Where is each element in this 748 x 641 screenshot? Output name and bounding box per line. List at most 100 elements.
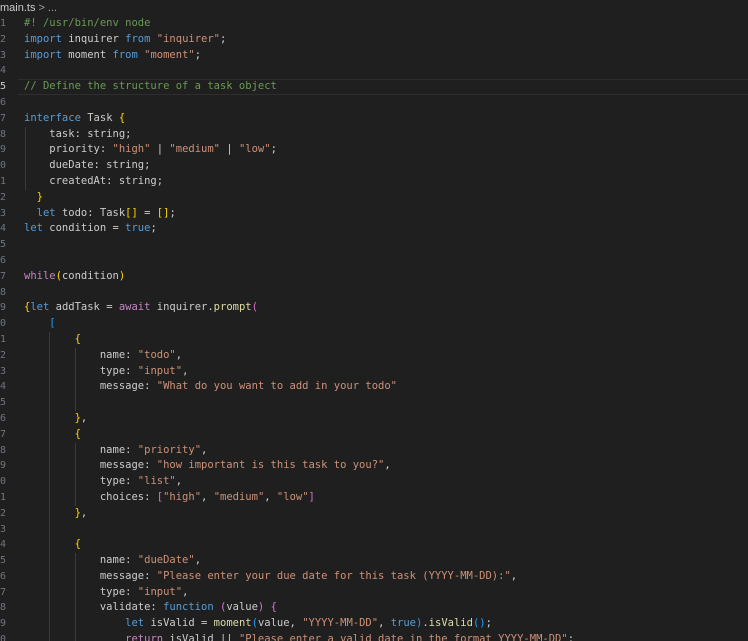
code-line[interactable]: 3 import moment from "moment"; [0, 48, 748, 64]
code-token: addTask = [49, 301, 119, 314]
code-line[interactable]: 6 [0, 253, 748, 269]
code-text[interactable]: // Define the structure of a task object [24, 79, 277, 95]
code-line[interactable]: 1 #! /usr/bin/env node [0, 16, 748, 32]
code-text[interactable]: priority: "high" | "medium" | "low"; [24, 142, 277, 158]
code-line[interactable]: 7 interface Task { [0, 111, 748, 127]
code-line[interactable]: 9 {let addTask = await inquirer.prompt( [0, 300, 748, 316]
code-text[interactable]: import moment from "moment"; [24, 48, 201, 64]
code-line[interactable]: 7 while(condition) [0, 269, 748, 285]
code-token: [] [156, 206, 170, 219]
code-line[interactable]: 3 let todo: Task[] = []; [0, 206, 748, 222]
code-token: let [36, 206, 56, 219]
code-line[interactable]: 8 validate: function (value) { [0, 600, 748, 617]
code-line[interactable]: 4 [0, 63, 748, 79]
code-line[interactable]: 3 [0, 521, 748, 538]
code-text[interactable]: type: "input", [24, 364, 189, 380]
code-token: condition [61, 269, 119, 282]
code-text[interactable]: choices: ["high", "medium", "low"] [24, 490, 315, 506]
code-text[interactable]: message: "What do you want to add in you… [24, 379, 397, 395]
code-text[interactable]: createdAt: string; [24, 174, 163, 190]
code-text[interactable]: message: "how important is this task to … [24, 458, 391, 474]
code-text[interactable]: while(condition) [24, 269, 125, 285]
code-text[interactable]: name: "priority", [24, 443, 208, 459]
code-line[interactable]: 5 [0, 395, 748, 411]
code-text[interactable]: #! /usr/bin/env node [24, 16, 150, 32]
code-text[interactable]: name: "dueDate", [24, 553, 201, 569]
code-line[interactable]: 4 let condition = true; [0, 221, 748, 237]
code-line[interactable]: 5 name: "dueDate", [0, 553, 748, 569]
code-line[interactable]: 8 [0, 285, 748, 301]
code-token: createdAt: string; [24, 174, 164, 187]
code-text[interactable]: { [24, 332, 81, 348]
code-token: , [510, 569, 518, 582]
code-token: name: [24, 443, 138, 456]
line-number: 6 [0, 412, 7, 424]
code-text[interactable]: let todo: Task[] = []; [24, 206, 176, 222]
code-line[interactable]: 4 { [0, 537, 748, 554]
line-number: 3 [0, 49, 7, 61]
code-line[interactable]: 9 message: "how important is this task t… [0, 458, 748, 475]
code-token: , [264, 490, 277, 503]
code-line[interactable]: 7 type: "input", [0, 584, 748, 601]
code-text[interactable]: let condition = true; [24, 221, 157, 237]
code-line[interactable]: 5 [0, 237, 748, 253]
code-line[interactable]: 0 [ [0, 316, 748, 332]
code-line[interactable]: 4 message: "What do you want to add in y… [0, 379, 748, 396]
breadcrumb-symbol-menu[interactable]: ... [48, 2, 57, 14]
code-line[interactable]: 9 priority: "high" | "medium" | "low"; [0, 142, 748, 159]
code-token: "input" [137, 364, 183, 377]
breadcrumb-separator: > [38, 2, 45, 14]
code-line[interactable]: 8 task: string; [0, 126, 748, 143]
breadcrumb-file[interactable]: main.ts [0, 2, 35, 14]
code-text[interactable]: type: "list", [24, 474, 182, 490]
code-line[interactable]: 2 import inquirer from "inquirer"; [0, 32, 748, 48]
code-text[interactable]: }, [24, 411, 88, 427]
code-line[interactable]: 2 }, [0, 505, 748, 522]
code-text[interactable]: { [24, 427, 81, 443]
code-line[interactable]: 2 } [0, 190, 748, 206]
code-text[interactable]: }, [24, 506, 88, 522]
code-token: "todo" [137, 348, 176, 361]
code-token: "high" [163, 490, 202, 503]
code-text[interactable]: interface Task { [24, 111, 125, 127]
code-line[interactable]: 8 name: "priority", [0, 442, 748, 459]
code-line[interactable]: 1 createdAt: string; [0, 173, 748, 190]
code-text[interactable]: [ [24, 316, 55, 332]
code-text[interactable]: import inquirer from "inquirer"; [24, 32, 226, 48]
code-text[interactable]: dueDate: string; [24, 158, 150, 174]
code-text[interactable]: { [24, 537, 81, 553]
code-line[interactable]: 6 message: "Please enter your due date f… [0, 568, 748, 585]
code-line[interactable]: 0 return isValid || "Please enter a vali… [0, 632, 748, 641]
code-line[interactable]: 2 name: "todo", [0, 347, 748, 364]
code-area[interactable]: 1 #! /usr/bin/env node 2 import inquirer fr… [0, 16, 748, 641]
code-text[interactable]: {let addTask = await inquirer.prompt( [24, 300, 258, 316]
code-text[interactable]: let isValid = moment(value, "YYYY-MM-DD"… [24, 616, 492, 632]
code-line[interactable]: 1 choices: ["high", "medium", "low"] [0, 489, 748, 506]
code-line[interactable]: 7 { [0, 426, 748, 443]
code-text[interactable]: type: "input", [24, 585, 189, 601]
code-text[interactable]: message: "Please enter your due date for… [24, 569, 517, 585]
code-line[interactable]: 3 type: "input", [0, 363, 748, 380]
code-text[interactable]: validate: function (value) { [24, 600, 277, 616]
code-text[interactable]: task: string; [24, 127, 131, 143]
code-token: } [36, 190, 43, 203]
code-line[interactable]: 1 { [0, 331, 748, 348]
code-token: return [125, 633, 164, 641]
code-line[interactable]: 9 let isValid = moment(value, "YYYY-MM-D… [0, 616, 748, 633]
code-text[interactable]: } [24, 190, 43, 206]
code-line[interactable]: 0 type: "list", [0, 474, 748, 490]
line-number: 8 [0, 444, 7, 456]
code-editor[interactable]: main.ts >... 1 #! /usr/bin/env node 2 import… [0, 0, 748, 641]
code-token: function [163, 601, 214, 614]
code-text[interactable]: return isValid || "Please enter a valid … [24, 632, 574, 641]
code-text[interactable]: name: "todo", [24, 348, 182, 364]
code-line[interactable]: 5 // Define the structure of a task objec… [0, 79, 748, 95]
code-token: // Define the structure of a task object [24, 80, 277, 93]
code-line[interactable]: 0 dueDate: string; [0, 158, 748, 174]
code-line[interactable]: 6 [0, 95, 748, 111]
code-line[interactable]: 6 }, [0, 410, 748, 427]
code-token: from [112, 48, 138, 61]
